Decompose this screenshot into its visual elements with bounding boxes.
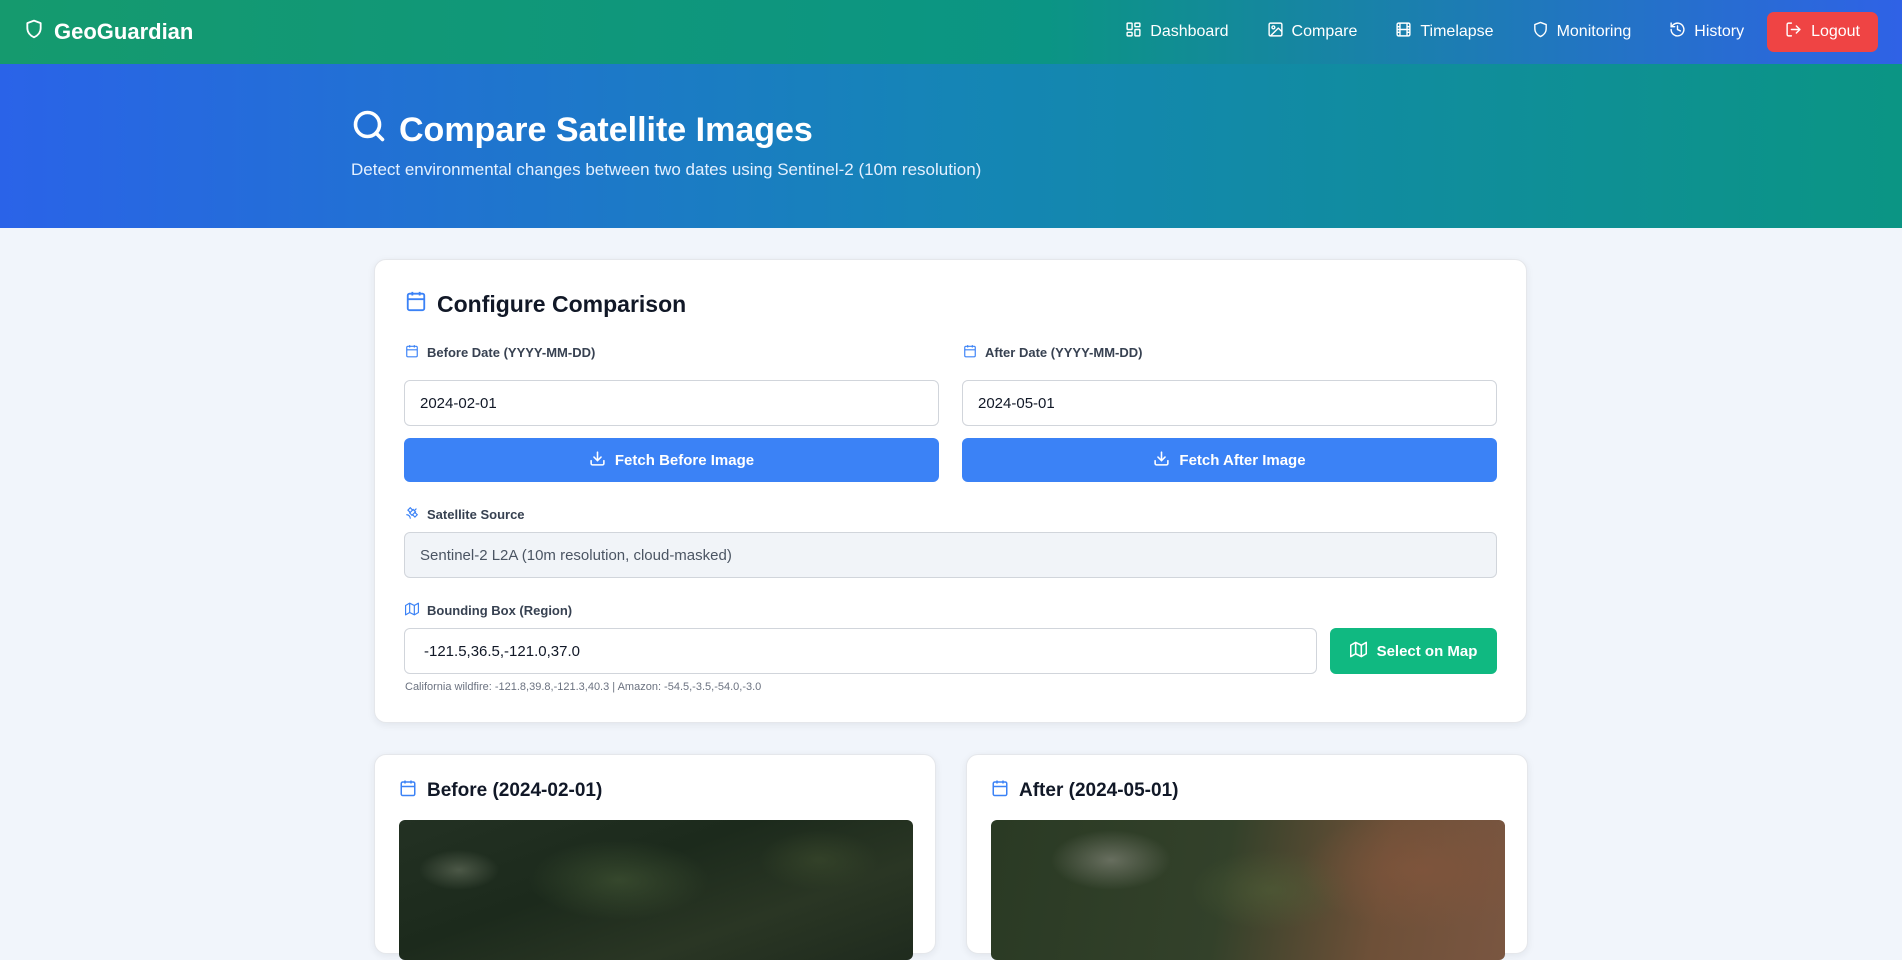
label-text: Bounding Box (Region) [427, 603, 573, 618]
satellite-source-field [404, 532, 1497, 578]
select-on-map-button[interactable]: Select on Map [1330, 628, 1497, 674]
download-icon [589, 450, 606, 471]
fetch-after-image-button[interactable]: Fetch After Image [962, 438, 1497, 482]
satellite-icon [405, 506, 419, 523]
nav-link-monitoring[interactable]: Monitoring [1513, 12, 1651, 52]
nav-link-label: Compare [1291, 23, 1358, 40]
grid-icon [1125, 21, 1142, 43]
nav-link-timelapse[interactable]: Timelapse [1376, 12, 1512, 52]
label-text: After Date (YYYY-MM-DD) [985, 345, 1143, 360]
logout-button[interactable]: Logout [1767, 12, 1878, 52]
card-title: Configure Comparison [405, 290, 686, 318]
brand[interactable]: GeoGuardian [24, 19, 193, 45]
logout-label: Logout [1811, 23, 1860, 40]
nav-link-label: Dashboard [1150, 23, 1229, 40]
calendar-icon [963, 344, 977, 361]
card-title-text: After (2024-05-01) [1019, 780, 1179, 801]
button-label: Select on Map [1376, 642, 1478, 660]
nav-link-dashboard[interactable]: Dashboard [1106, 12, 1247, 52]
fetch-before-image-button[interactable]: Fetch Before Image [404, 438, 939, 482]
nav-link-label: History [1694, 23, 1745, 40]
card-title: After (2024-05-01) [991, 779, 1178, 803]
nav-links: Dashboard Compare Timelapse Monitoring H… [1106, 12, 1878, 52]
calendar-icon [405, 344, 419, 361]
bounding-box-hint: California wildfire: -121.8,39.8,-121.3,… [405, 681, 762, 693]
calendar-icon [991, 779, 1009, 803]
shield-icon [1532, 21, 1549, 43]
card-title-text: Before (2024-02-01) [427, 780, 603, 801]
page-title: Compare Satellite Images [351, 108, 813, 153]
nav-link-history[interactable]: History [1650, 12, 1763, 52]
before-image-card: Before (2024-02-01) [374, 754, 936, 960]
label-text: Satellite Source [427, 507, 525, 522]
before-satellite-image [399, 820, 913, 960]
after-date-input[interactable] [962, 380, 1497, 426]
label-text: Before Date (YYYY-MM-DD) [427, 345, 596, 360]
map-icon [1349, 641, 1367, 662]
brand-name: GeoGuardian [54, 19, 194, 44]
bounding-box-input[interactable] [404, 628, 1317, 674]
nav-link-label: Monitoring [1556, 23, 1632, 40]
history-icon [1669, 21, 1686, 43]
image-icon [1267, 21, 1284, 43]
download-icon [1153, 450, 1170, 471]
page-title-text: Compare Satellite Images [399, 111, 813, 149]
card-title-text: Configure Comparison [437, 290, 687, 317]
shield-icon [24, 19, 44, 45]
satellite-source-label: Satellite Source [405, 506, 525, 523]
card-title: Before (2024-02-01) [399, 779, 602, 803]
calendar-icon [399, 779, 417, 803]
before-date-label: Before Date (YYYY-MM-DD) [405, 344, 595, 361]
calendar-icon [405, 290, 427, 318]
configure-comparison-card: Configure Comparison Before Date (YYYY-M… [374, 259, 1527, 723]
search-icon [351, 108, 387, 153]
bounding-box-label: Bounding Box (Region) [405, 602, 572, 619]
button-label: Fetch After Image [1179, 451, 1306, 469]
after-image-card: After (2024-05-01) [966, 754, 1528, 960]
button-label: Fetch Before Image [614, 451, 755, 469]
after-satellite-image [991, 820, 1505, 960]
after-date-label: After Date (YYYY-MM-DD) [963, 344, 1142, 361]
hero-banner: Compare Satellite Images Detect environm… [0, 64, 1902, 228]
map-icon [405, 602, 419, 619]
before-date-input[interactable] [404, 380, 939, 426]
nav-link-label: Timelapse [1420, 23, 1494, 40]
logout-icon [1785, 21, 1802, 43]
page-subtitle: Detect environmental changes between two… [351, 160, 982, 179]
top-navbar: GeoGuardian Dashboard Compare Timelapse … [0, 0, 1902, 64]
nav-link-compare[interactable]: Compare [1248, 12, 1377, 52]
film-icon [1395, 21, 1412, 43]
